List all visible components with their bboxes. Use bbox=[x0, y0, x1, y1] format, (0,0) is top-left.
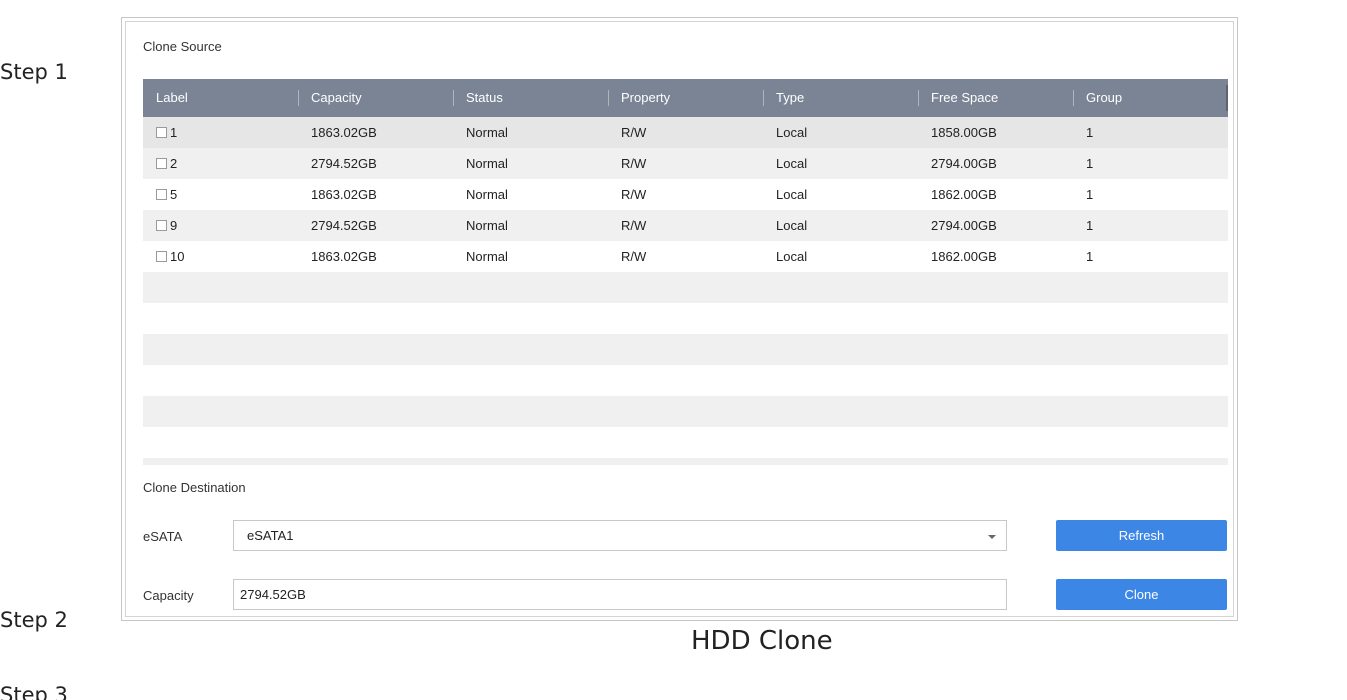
row-property: R/W bbox=[621, 249, 647, 264]
row-free-space: 1858.00GB bbox=[931, 125, 997, 140]
row-label: 5 bbox=[170, 187, 178, 202]
row-checkbox[interactable] bbox=[156, 158, 167, 169]
chevron-down-icon[interactable] bbox=[988, 535, 996, 539]
row-group: 1 bbox=[1086, 156, 1094, 171]
row-capacity: 1863.02GB bbox=[311, 187, 377, 202]
row-label-cell: 5 bbox=[143, 179, 298, 210]
row-property: R/W bbox=[621, 218, 647, 233]
column-header-group[interactable]: Group bbox=[1073, 79, 1228, 117]
row-free-space: 2794.00GB bbox=[931, 156, 997, 171]
empty-table-row bbox=[143, 458, 1228, 465]
column-header-capacity[interactable]: Capacity bbox=[298, 79, 453, 117]
capacity-label: Capacity bbox=[143, 588, 194, 603]
row-capacity: 2794.52GB bbox=[311, 218, 377, 233]
row-checkbox[interactable] bbox=[156, 189, 167, 200]
row-status: Normal bbox=[466, 187, 508, 202]
row-property: R/W bbox=[621, 156, 647, 171]
row-checkbox[interactable] bbox=[156, 220, 167, 231]
hdd-clone-panel: Clone Source Label Capacity Status Prope… bbox=[121, 17, 1238, 621]
row-status: Normal bbox=[466, 156, 508, 171]
row-label: 9 bbox=[170, 218, 178, 233]
row-type: Local bbox=[776, 156, 808, 171]
table-row[interactable]: 5 1863.02GB Normal R/W Local 1862.00GB 1 bbox=[143, 179, 1228, 210]
empty-table-row bbox=[143, 303, 1228, 334]
row-label-cell: 9 bbox=[143, 210, 298, 241]
clone-source-title: Clone Source bbox=[143, 39, 222, 54]
row-checkbox[interactable] bbox=[156, 251, 167, 262]
step-1-label: Step 1 bbox=[0, 60, 68, 84]
column-header-type[interactable]: Type bbox=[763, 79, 918, 117]
figure-caption: HDD Clone bbox=[691, 626, 833, 656]
refresh-button[interactable]: Refresh bbox=[1056, 520, 1227, 551]
clone-button[interactable]: Clone bbox=[1056, 579, 1227, 610]
row-type: Local bbox=[776, 125, 808, 140]
row-group: 1 bbox=[1086, 249, 1094, 264]
column-header-label[interactable]: Label bbox=[143, 79, 298, 117]
row-status: Normal bbox=[466, 249, 508, 264]
row-label-cell: 10 bbox=[143, 241, 298, 272]
empty-table-row bbox=[143, 334, 1228, 365]
row-type: Local bbox=[776, 218, 808, 233]
empty-table-row bbox=[143, 427, 1228, 458]
row-checkbox[interactable] bbox=[156, 127, 167, 138]
step-3-label: Step 3 bbox=[0, 683, 68, 700]
row-status: Normal bbox=[466, 125, 508, 140]
esata-select[interactable]: eSATA1 bbox=[233, 520, 1007, 551]
row-capacity: 2794.52GB bbox=[311, 156, 377, 171]
row-free-space: 2794.00GB bbox=[931, 218, 997, 233]
row-type: Local bbox=[776, 249, 808, 264]
table-row[interactable]: 9 2794.52GB Normal R/W Local 2794.00GB 1 bbox=[143, 210, 1228, 241]
table-row[interactable]: 2 2794.52GB Normal R/W Local 2794.00GB 1 bbox=[143, 148, 1228, 179]
row-group: 1 bbox=[1086, 125, 1094, 140]
table-row[interactable]: 1 1863.02GB Normal R/W Local 1858.00GB 1 bbox=[143, 117, 1228, 148]
hdd-clone-panel-inner: Clone Source Label Capacity Status Prope… bbox=[125, 21, 1234, 617]
row-group: 1 bbox=[1086, 218, 1094, 233]
empty-table-row bbox=[143, 365, 1228, 396]
row-label-cell: 2 bbox=[143, 148, 298, 179]
clone-destination-title: Clone Destination bbox=[143, 480, 246, 495]
row-label: 1 bbox=[170, 125, 178, 140]
row-property: R/W bbox=[621, 125, 647, 140]
row-label-cell: 1 bbox=[143, 117, 298, 148]
esata-select-value: eSATA1 bbox=[247, 528, 294, 543]
row-label: 10 bbox=[170, 249, 185, 264]
column-header-property[interactable]: Property bbox=[608, 79, 763, 117]
empty-table-row bbox=[143, 272, 1228, 303]
row-property: R/W bbox=[621, 187, 647, 202]
empty-table-row bbox=[143, 396, 1228, 427]
clone-source-table: Label Capacity Status Property Type Free… bbox=[143, 79, 1228, 465]
column-header-status[interactable]: Status bbox=[453, 79, 608, 117]
row-capacity: 1863.02GB bbox=[311, 125, 377, 140]
row-label: 2 bbox=[170, 156, 178, 171]
row-status: Normal bbox=[466, 218, 508, 233]
step-2-label: Step 2 bbox=[0, 608, 68, 632]
row-free-space: 1862.00GB bbox=[931, 187, 997, 202]
row-type: Local bbox=[776, 187, 808, 202]
row-free-space: 1862.00GB bbox=[931, 249, 997, 264]
page: Step 1 Step 2 Step 3 Clone Source Label … bbox=[0, 0, 1347, 700]
capacity-field[interactable]: 2794.52GB bbox=[233, 579, 1007, 610]
table-header: Label Capacity Status Property Type Free… bbox=[143, 79, 1228, 117]
column-header-free-space[interactable]: Free Space bbox=[918, 79, 1073, 117]
table-row[interactable]: 10 1863.02GB Normal R/W Local 1862.00GB … bbox=[143, 241, 1228, 272]
esata-label: eSATA bbox=[143, 529, 183, 544]
row-group: 1 bbox=[1086, 187, 1094, 202]
row-capacity: 1863.02GB bbox=[311, 249, 377, 264]
